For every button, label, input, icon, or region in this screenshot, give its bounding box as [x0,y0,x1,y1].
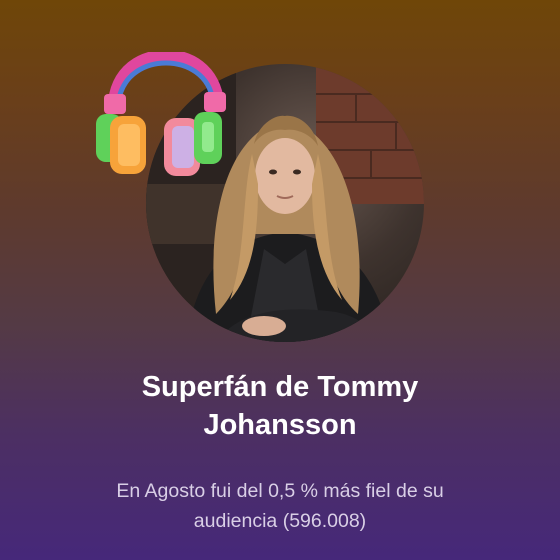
headphones-icon [94,49,232,184]
superfan-title: Superfán de Tommy Johansson [40,368,520,444]
superfan-card: Superfán de Tommy Johansson En Agosto fu… [0,0,560,560]
description-line-1: En Agosto fui del 0,5 % más fiel de su [116,480,444,502]
description-line-2: audiencia (596.008) [193,510,367,532]
superfan-description: En Agosto fui del 0,5 % más fiel de su a… [60,476,500,536]
title-line-2: Johansson [203,409,357,441]
title-line-1: Superfán de Tommy [141,371,419,403]
